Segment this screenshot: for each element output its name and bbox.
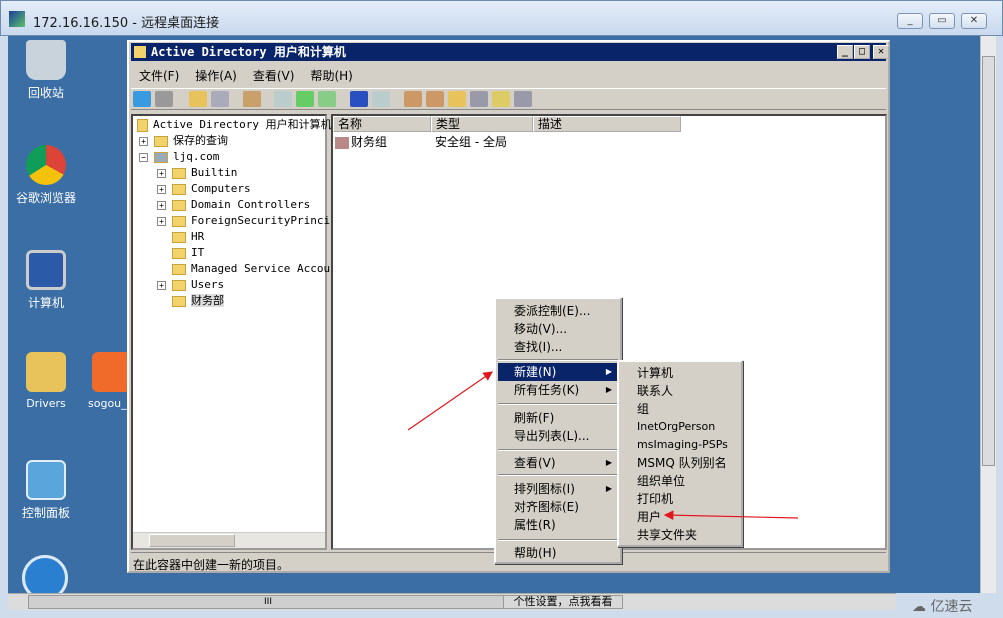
personalize-link[interactable]: 个性设置，点我看看 bbox=[503, 595, 623, 609]
annotation-arrows bbox=[407, 371, 799, 520]
scroll-thumb[interactable] bbox=[982, 56, 995, 466]
watermark-text: 亿速云 bbox=[930, 599, 973, 615]
arrow-to-new bbox=[407, 371, 493, 431]
arrow-to-user bbox=[663, 510, 799, 520]
horizontal-scrollbar[interactable]: III 个性设置，点我看看 bbox=[8, 593, 896, 610]
watermark: ☁ 亿速云 bbox=[912, 599, 973, 615]
vertical-scrollbar[interactable] bbox=[980, 36, 996, 593]
scroll-thumb[interactable]: III bbox=[28, 595, 508, 609]
